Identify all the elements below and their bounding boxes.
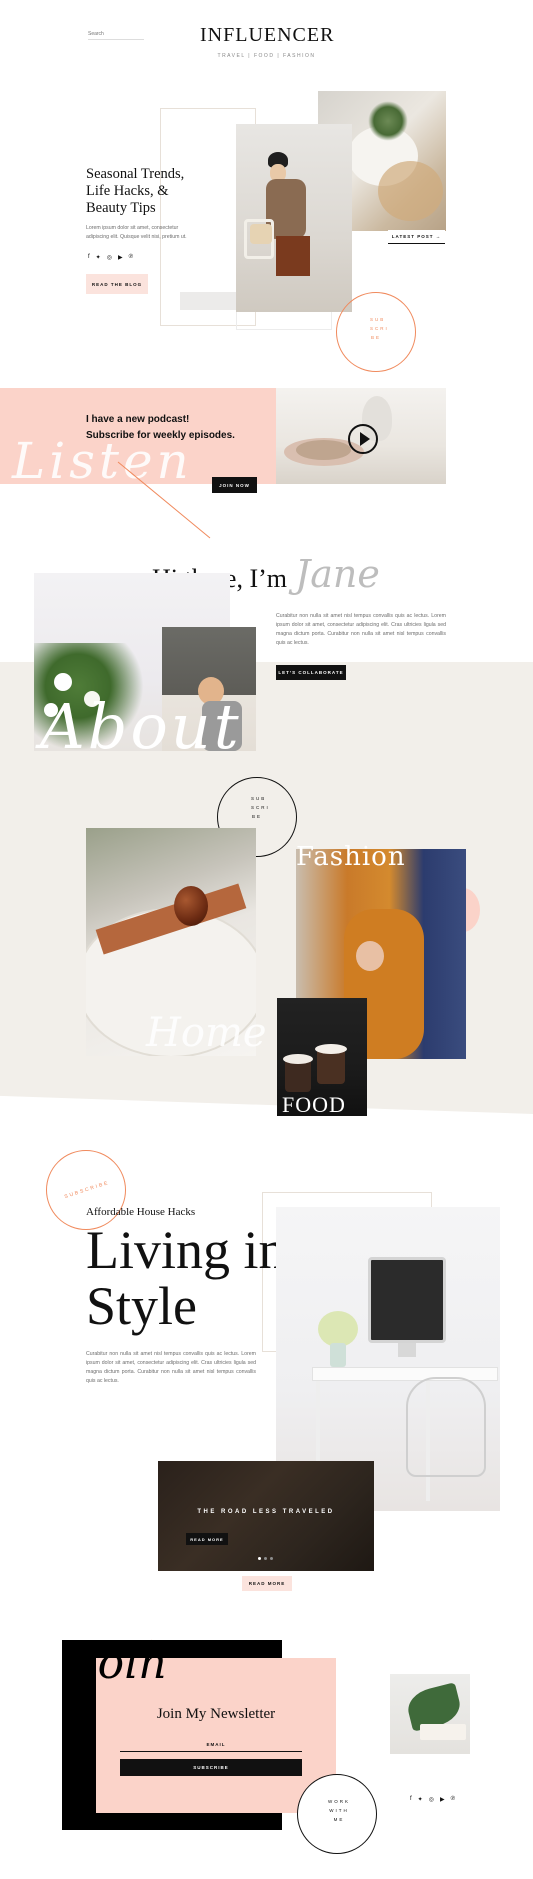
living-title-line2: Style — [86, 1276, 198, 1336]
food-label: FOOD — [282, 1092, 346, 1117]
slider-dot-1[interactable] — [258, 1557, 261, 1560]
twitter-icon[interactable]: ✦ — [418, 1796, 423, 1803]
living-subscribe-label: SUBSCRIBE — [63, 1179, 111, 1201]
slider-dot-3[interactable] — [270, 1557, 273, 1560]
living-body: Curabitur non nulla sit amet nisl tempus… — [86, 1351, 256, 1384]
living-title-line1: Living in — [86, 1220, 286, 1280]
work-with-me-label: WORK WITH ME — [328, 1799, 350, 1822]
newsletter-subscribe-button[interactable]: SUBSCRIBE — [120, 1759, 302, 1776]
slider-dot-2[interactable] — [264, 1557, 267, 1560]
work-with-me-circle[interactable]: WORK WITH ME — [297, 1774, 377, 1854]
youtube-icon[interactable]: ▶ — [440, 1796, 445, 1803]
living-kicker: Affordable House Hacks — [86, 1206, 196, 1218]
living-subscribe-circle[interactable]: SUBSCRIBE — [46, 1150, 126, 1230]
slider-read-more-button[interactable]: READ MORE — [186, 1533, 228, 1545]
newsletter-script-word: Join — [80, 1638, 167, 1689]
about-name: Jane — [295, 552, 380, 596]
monstera-photo — [390, 1674, 470, 1754]
instagram-icon[interactable]: ◎ — [429, 1796, 434, 1803]
newsletter-email-input[interactable] — [120, 1750, 302, 1752]
about-script-word: About — [40, 690, 242, 763]
about-body: Curabitur non nulla sit amet nisl tempus… — [276, 613, 446, 646]
newsletter-title: Join My Newsletter — [156, 1706, 276, 1722]
home-label: Home — [146, 1010, 267, 1056]
pinterest-icon[interactable]: ℗ — [451, 1796, 455, 1803]
slider[interactable]: THE ROAD LESS TRAVELED READ MORE — [158, 1461, 374, 1571]
fashion-label: Fashion — [296, 842, 406, 872]
footer-social-icons: f ✦ ◎ ▶ ℗ — [410, 1796, 455, 1803]
lets-collaborate-button[interactable]: LET’S COLLABORATE — [276, 665, 346, 680]
facebook-icon[interactable]: f — [410, 1796, 412, 1803]
about-subscribe-label: SUB SCRI BE — [251, 796, 270, 819]
living-read-more-button[interactable]: READ MORE — [242, 1576, 292, 1591]
slider-caption: THE ROAD LESS TRAVELED — [197, 1509, 335, 1515]
slider-dots[interactable] — [258, 1557, 273, 1560]
newsletter-email-label: EMAIL — [206, 1742, 226, 1747]
